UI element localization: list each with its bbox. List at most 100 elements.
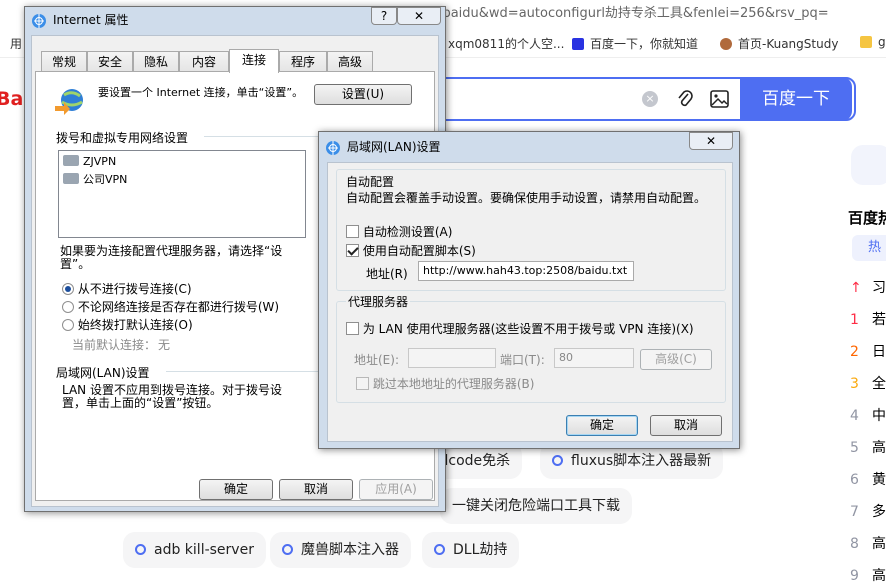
proxy-port-input[interactable]: 80 <box>554 348 634 368</box>
bookmark-item[interactable]: xqm0811的个人空... <box>448 35 564 52</box>
bookmark-item[interactable]: 百度一下，你就知道 <box>572 35 698 52</box>
current-default-label: 当前默认连接： <box>72 338 157 352</box>
cancel-button[interactable]: 取消 <box>279 479 353 500</box>
vpn-connection-icon <box>63 155 79 166</box>
hot-rank: 3 <box>850 376 859 392</box>
tab-advanced[interactable]: 高级 <box>327 51 373 72</box>
bookmark-item[interactable]: g <box>860 35 886 49</box>
hot-list-item[interactable]: 3全 <box>848 373 886 393</box>
hot-item-text: 全 <box>872 376 886 392</box>
attachment-icon[interactable] <box>676 89 694 109</box>
cancel-button[interactable]: 取消 <box>650 415 722 436</box>
tab-privacy[interactable]: 隐私 <box>133 51 179 72</box>
tab-security[interactable]: 安全 <box>87 51 133 72</box>
hot-rank: 8 <box>850 536 859 552</box>
lan-description: LAN 设置不应用到拨号连接。对于拨号设置，单击上面的“设置”按钮。 <box>62 383 282 410</box>
bookmark-item[interactable]: 首页-KuangStudy <box>720 35 838 52</box>
search-icon <box>552 455 563 466</box>
setup-description: 要设置一个 Internet 连接，单击“设置”。 <box>98 86 304 99</box>
baidu-search-button[interactable]: 百度一下 <box>740 77 852 121</box>
hot-item-text: 中 <box>872 408 886 424</box>
radio-icon <box>62 301 74 313</box>
avatar-icon <box>720 38 732 50</box>
hot-list-item[interactable]: 4中 <box>848 405 886 425</box>
connection-list[interactable]: ZJVPN 公司VPN <box>58 150 306 238</box>
hot-rank: 7 <box>850 504 859 520</box>
tab-connections[interactable]: 连接 <box>229 49 279 73</box>
hot-list-title: 百度热 <box>848 209 886 227</box>
side-card <box>851 145 886 185</box>
lan-settings-window: 局域网(LAN)设置 ✕ 自动配置 自动配置会覆盖手动设置。要确保使用手动设置，… <box>318 131 740 449</box>
proxy-hint: 如果要为连接配置代理服务器，请选择“设置”。 <box>60 244 283 271</box>
tab-content[interactable]: 内容 <box>179 51 229 72</box>
suggestion-chip[interactable]: DLL劫持 <box>422 532 520 568</box>
script-address-input[interactable]: http://www.hah43.top:2508/baidu.txt <box>418 261 634 281</box>
hot-list-item[interactable]: 1若 <box>848 309 886 329</box>
tab-general[interactable]: 常规 <box>41 51 87 72</box>
network-globe-icon <box>55 89 83 115</box>
radio-dial-whenever[interactable]: 不论网络连接是否存在都进行拨号(W) <box>62 298 279 315</box>
hot-item-text: 日 <box>872 344 886 360</box>
hot-rank: 2 <box>850 344 859 360</box>
list-item[interactable]: 公司VPN <box>63 171 127 187</box>
checkbox-icon <box>346 244 359 257</box>
proxy-port-label: 端口(T): <box>500 353 545 367</box>
hot-list-item[interactable]: 7多 <box>848 501 886 521</box>
radio-always-dial[interactable]: 始终拨打默认连接(O) <box>62 316 193 333</box>
hot-list-item[interactable]: ↑ 习 <box>848 277 886 297</box>
dialup-group-label: 拨号和虚拟专用网络设置 <box>56 131 189 145</box>
hot-rank: 6 <box>850 472 859 488</box>
use-script-checkbox[interactable]: 使用自动配置脚本(S) <box>346 242 476 259</box>
hot-list-item[interactable]: 2日 <box>848 341 886 361</box>
search-icon <box>282 544 293 555</box>
hot-tab[interactable]: 热 <box>852 235 886 261</box>
clear-icon[interactable]: × <box>642 91 658 107</box>
hot-rank: 9 <box>850 568 859 584</box>
suggestion-chip[interactable]: 魔兽脚本注入器 <box>270 532 411 568</box>
hot-item-text: 黄 <box>872 472 886 488</box>
tab-programs[interactable]: 程序 <box>279 51 327 72</box>
checkbox-icon <box>346 225 359 238</box>
apply-button[interactable]: 应用(A) <box>359 479 433 500</box>
proxy-group-label: 代理服务器 <box>346 293 411 310</box>
setup-button[interactable]: 设置(U) <box>314 84 412 105</box>
hot-item-text: 高 <box>872 568 886 584</box>
suggestion-chip[interactable]: 一键关闭危险端口工具下载 <box>440 488 632 524</box>
hot-list-item[interactable]: 8高 <box>848 533 886 553</box>
hot-list-item[interactable]: 9高 <box>848 565 886 585</box>
hot-list-item[interactable]: 6黄 <box>848 469 886 489</box>
internet-options-icon <box>326 141 340 155</box>
hot-item-text: 习 <box>872 280 886 296</box>
image-search-icon[interactable] <box>710 90 729 108</box>
checkbox-icon <box>356 377 369 390</box>
internet-options-icon <box>32 14 46 28</box>
list-item[interactable]: ZJVPN <box>63 155 116 168</box>
hot-item-text: 高 <box>872 440 886 456</box>
help-button[interactable]: ? <box>371 7 397 25</box>
vpn-connection-icon <box>63 173 79 184</box>
bookmark-item[interactable]: 用 <box>10 35 22 52</box>
close-button[interactable]: ✕ <box>689 132 733 150</box>
auto-detect-checkbox[interactable]: 自动检测设置(A) <box>346 223 452 240</box>
search-icon <box>434 544 445 555</box>
radio-icon <box>62 319 74 331</box>
use-proxy-checkbox[interactable]: 为 LAN 使用代理服务器(这些设置不用于拨号或 VPN 连接)(X) <box>346 320 694 337</box>
advanced-button[interactable]: 高级(C) <box>640 349 712 370</box>
window-title: Internet 属性 <box>53 13 129 27</box>
ok-button[interactable]: 确定 <box>199 479 273 500</box>
checkbox-icon <box>346 322 359 335</box>
radio-never-dial[interactable]: 从不进行拨号连接(C) <box>62 280 192 297</box>
hot-rank: 5 <box>850 440 859 456</box>
close-button[interactable]: ✕ <box>397 7 441 25</box>
hot-item-text: 若 <box>872 312 886 328</box>
folder-icon <box>860 36 872 48</box>
hot-list-item[interactable]: 5高 <box>848 437 886 457</box>
suggestion-chip[interactable]: adb kill-server <box>123 532 266 568</box>
current-default-value: 无 <box>158 338 171 352</box>
hot-item-text: 高 <box>872 536 886 552</box>
proxy-address-input[interactable] <box>408 348 496 368</box>
hot-item-text: 多 <box>872 504 886 520</box>
bypass-local-checkbox[interactable]: 跳过本地地址的代理服务器(B) <box>356 375 534 392</box>
ok-button[interactable]: 确定 <box>566 415 638 436</box>
top-arrow-icon: ↑ <box>850 280 862 296</box>
